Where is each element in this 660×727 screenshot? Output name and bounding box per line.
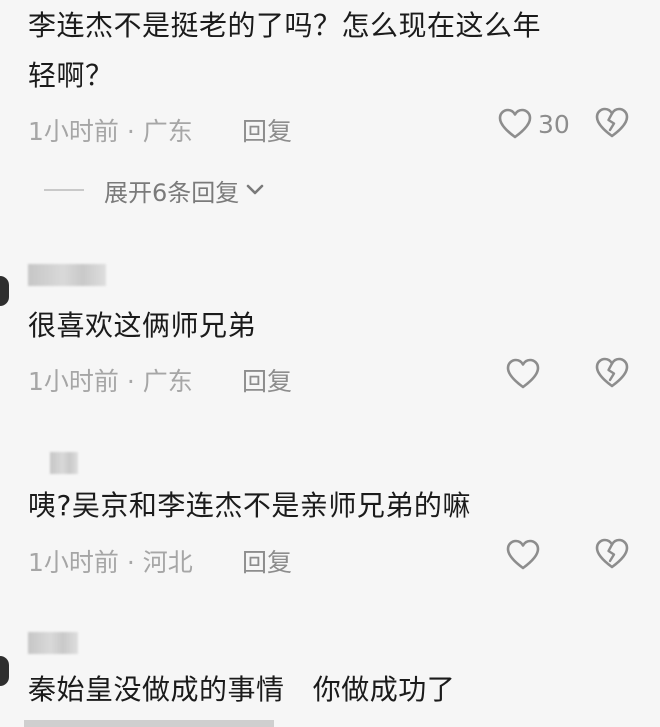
comment-time-location: 1小时前 · 广东 xyxy=(28,367,193,396)
reply-button[interactable]: 回复 xyxy=(242,112,292,148)
comment-item: 咦?吴京和李连杰不是亲师兄弟的嘛 1小时前 · 河北 回复 xyxy=(0,440,660,600)
like-button[interactable]: 30 xyxy=(498,106,570,142)
like-button[interactable] xyxy=(506,537,540,573)
comment-text-line-2: 轻啊？ xyxy=(28,59,114,92)
expand-divider xyxy=(44,189,84,191)
image-attachment-preview[interactable] xyxy=(24,720,274,727)
username-redacted xyxy=(28,264,106,286)
comment-meta-row: 1小时前 · 广东 回复 xyxy=(28,356,638,396)
avatar[interactable] xyxy=(0,656,9,686)
comment-item: 李连杰不是挺老的了吗？怎么现在这么年 轻啊？ 1小时前 · 广东 回复 30 展… xyxy=(0,0,660,220)
comment-time-location: 1小时前 · 河北 xyxy=(28,548,193,577)
username-redacted xyxy=(28,632,78,654)
dislike-button[interactable] xyxy=(594,356,630,392)
broken-heart-icon xyxy=(594,537,630,571)
comment-meta-row: 1小时前 · 广东 回复 30 xyxy=(28,106,638,146)
broken-heart-icon xyxy=(594,106,630,140)
heart-outline-icon xyxy=(498,108,532,140)
expand-replies-button[interactable]: 展开6条回复 xyxy=(44,172,265,208)
reply-button[interactable]: 回复 xyxy=(242,543,292,579)
comment-text: 很喜欢这俩师兄弟 xyxy=(28,309,257,342)
like-count: 30 xyxy=(538,109,570,139)
heart-outline-icon xyxy=(506,539,540,571)
comment-text: 秦始皇没做成的事情 你做成功了 xyxy=(28,673,456,706)
chevron-down-icon xyxy=(245,183,265,197)
comment-text-line-1: 李连杰不是挺老的了吗？怎么现在这么年 xyxy=(28,9,542,42)
comment-time-location: 1小时前 · 广东 xyxy=(28,117,193,146)
expand-replies-label: 展开6条回复 xyxy=(104,178,240,207)
comment-text: 咦?吴京和李连杰不是亲师兄弟的嘛 xyxy=(28,489,471,522)
username-redacted xyxy=(50,452,78,474)
like-button[interactable] xyxy=(506,356,540,392)
broken-heart-icon xyxy=(594,356,630,390)
avatar[interactable] xyxy=(0,276,9,306)
comment-item: 秦始皇没做成的事情 你做成功了 xyxy=(0,620,660,727)
comment-meta-row: 1小时前 · 河北 回复 xyxy=(28,537,638,577)
reply-button[interactable]: 回复 xyxy=(242,362,292,398)
dislike-button[interactable] xyxy=(594,106,630,142)
dislike-button[interactable] xyxy=(594,537,630,573)
heart-outline-icon xyxy=(506,358,540,390)
comment-item: 很喜欢这俩师兄弟 1小时前 · 广东 回复 xyxy=(0,250,660,410)
